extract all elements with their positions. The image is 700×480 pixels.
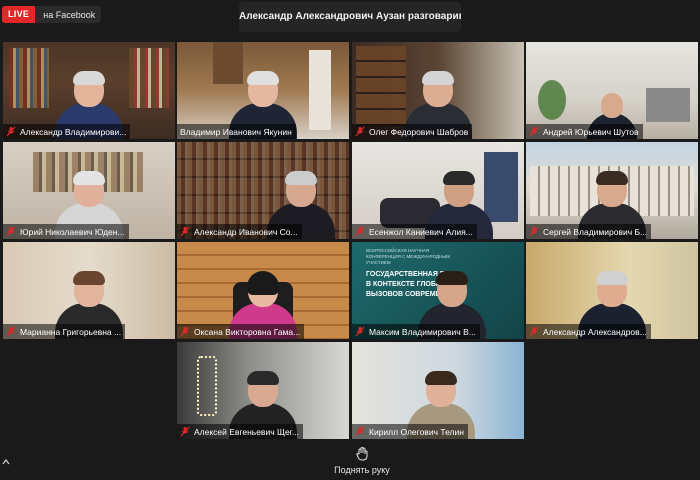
- participant-name: Алексей Евгеньевич Щег...: [194, 426, 299, 437]
- participant-tile[interactable]: Александр Иванович Со...: [177, 142, 349, 239]
- slide-line: УЧАСТИЕМ: [366, 260, 391, 265]
- participant-name: Юрий Николаевич Юден...: [20, 226, 125, 237]
- participant-tile[interactable]: Кирилл Олегович Телин: [352, 342, 524, 439]
- participant-name: Есенжол Каниевич Алия...: [369, 226, 473, 237]
- participant-name: Максим Владимирович В...: [369, 326, 476, 337]
- participant-name-bar: Юрий Николаевич Юден...: [3, 224, 129, 239]
- muted-microphone-icon: [180, 226, 190, 237]
- active-speaker-banner: Александр Александрович Аузан разговарив…: [239, 2, 461, 32]
- muted-microphone-icon: [529, 226, 539, 237]
- participant-tile-active-speaker[interactable]: Александр Александров...: [526, 242, 698, 339]
- participant-name-bar: Максим Владимирович В...: [352, 324, 480, 339]
- participant-name-bar: Александр Александров...: [526, 324, 651, 339]
- participant-tile[interactable]: Есенжол Каниевич Алия...: [352, 142, 524, 239]
- participant-tile[interactable]: Юрий Николаевич Юден...: [3, 142, 175, 239]
- participant-name: Олег Федорович Шабров: [369, 126, 469, 137]
- participant-name-bar: Сергей Владимирович Б...: [526, 224, 652, 239]
- participant-name-bar: Владимир Иванович Якунин: [177, 124, 296, 139]
- participant-name: Александр Иванович Со...: [194, 226, 298, 237]
- muted-microphone-icon: [180, 426, 190, 437]
- muted-microphone-icon: [6, 326, 16, 337]
- participant-name-bar: Есенжол Каниевич Алия...: [352, 224, 477, 239]
- participant-name: Кирилл Олегович Телин: [369, 426, 464, 437]
- muted-microphone-icon: [355, 326, 365, 337]
- participant-name: Сергей Владимирович Б...: [543, 226, 648, 237]
- participant-name: Александр Владимирови...: [20, 126, 127, 137]
- participant-name: Владимир Иванович Якунин: [180, 126, 292, 137]
- raise-hand-icon: [356, 447, 368, 461]
- participant-name-bar: Алексей Евгеньевич Щег...: [177, 424, 303, 439]
- muted-microphone-icon: [355, 426, 365, 437]
- participant-tile[interactable]: Алексей Евгеньевич Щег...: [177, 342, 349, 439]
- muted-microphone-icon: [355, 126, 365, 137]
- participant-name-bar: Олег Федорович Шабров: [352, 124, 473, 139]
- muted-microphone-icon: [6, 126, 16, 137]
- caret-up-icon[interactable]: [2, 458, 10, 466]
- participant-tile[interactable]: ВСЕРОССИЙСКАЯ НАУЧНАЯ КОНФЕРЕНЦИЯ С МЕЖД…: [352, 242, 524, 339]
- participant-name: Андрей Юрьевич Шутов: [543, 126, 639, 137]
- participant-name: Марианна Григорьевна ...: [20, 326, 122, 337]
- muted-microphone-icon: [529, 126, 539, 137]
- participant-name-bar: Александр Владимирови...: [3, 124, 131, 139]
- participant-tile[interactable]: Марианна Григорьевна ...: [3, 242, 175, 339]
- zoom-gallery-view: LIVE на Facebook Александр Александрович…: [0, 0, 700, 480]
- participant-tile[interactable]: Олег Федорович Шабров: [352, 42, 524, 139]
- live-destination: на Facebook: [43, 9, 96, 20]
- participant-name-bar: Марианна Григорьевна ...: [3, 324, 126, 339]
- participant-name: Александр Александров...: [543, 326, 647, 337]
- participant-tile[interactable]: Сергей Владимирович Б...: [526, 142, 698, 239]
- participant-name-bar: Кирилл Олегович Телин: [352, 424, 468, 439]
- participant-tile[interactable]: Андрей Юрьевич Шутов: [526, 42, 698, 139]
- participant-name-bar: Андрей Юрьевич Шутов: [526, 124, 643, 139]
- raise-hand-label: Поднять руку: [334, 465, 390, 475]
- participant-tile[interactable]: Владимир Иванович Якунин: [177, 42, 349, 139]
- muted-microphone-icon: [529, 326, 539, 337]
- live-badge: LIVE: [2, 6, 36, 23]
- muted-microphone-icon: [180, 326, 190, 337]
- participant-name-bar: Оксана Викторовна Гама...: [177, 324, 305, 339]
- participant-tile[interactable]: Александр Владимирови...: [3, 42, 175, 139]
- participant-name-bar: Александр Иванович Со...: [177, 224, 302, 239]
- participant-tile[interactable]: Оксана Викторовна Гама...: [177, 242, 349, 339]
- raise-hand-button[interactable]: Поднять руку: [322, 447, 402, 475]
- participant-name: Оксана Викторовна Гама...: [194, 326, 301, 337]
- live-indicator[interactable]: LIVE на Facebook: [2, 6, 102, 23]
- muted-microphone-icon: [6, 226, 16, 237]
- muted-microphone-icon: [355, 226, 365, 237]
